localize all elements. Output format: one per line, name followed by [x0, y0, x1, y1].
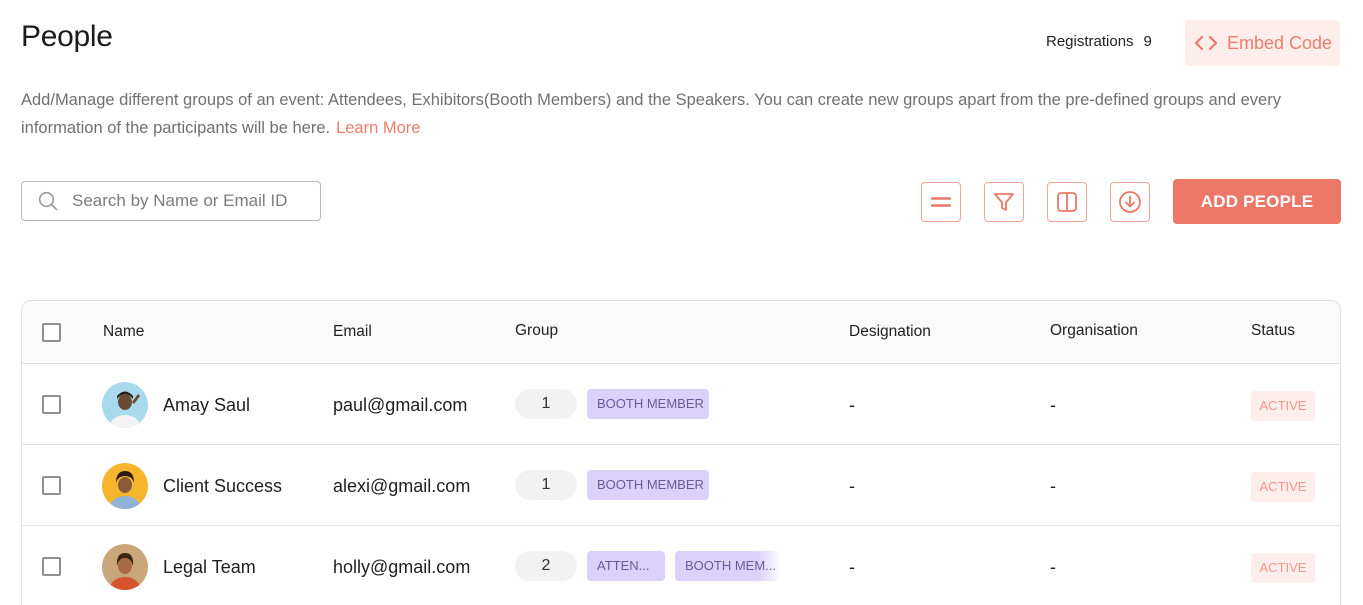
- registrations-count: 9: [1143, 33, 1152, 50]
- row-density-button[interactable]: [921, 182, 961, 222]
- person-name[interactable]: Amay Saul: [163, 395, 250, 416]
- status-badge: ACTIVE: [1251, 472, 1315, 502]
- page-title: People: [21, 20, 113, 53]
- column-header-organisation[interactable]: Organisation: [1050, 322, 1138, 340]
- avatar: [102, 463, 148, 509]
- person-email: alexi@gmail.com: [333, 476, 471, 496]
- organisation-value: -: [1050, 476, 1056, 496]
- people-table: Name Email Group Designation Organisatio…: [21, 300, 1341, 605]
- learn-more-link[interactable]: Learn More: [336, 119, 420, 137]
- person-email: holly@gmail.com: [333, 557, 471, 577]
- filter-icon: [994, 193, 1014, 211]
- row-checkbox[interactable]: [42, 395, 61, 414]
- rows-icon: [931, 197, 951, 207]
- search-input[interactable]: [72, 191, 292, 211]
- search-box: [21, 181, 321, 221]
- embed-code-label: Embed Code: [1227, 32, 1333, 53]
- group-tag: BOOTH MEMBER: [587, 470, 709, 500]
- download-icon: [1119, 191, 1141, 213]
- group-count-badge: 2: [515, 551, 577, 581]
- column-header-group[interactable]: Group: [515, 322, 558, 340]
- embed-code-button[interactable]: Embed Code: [1185, 20, 1340, 66]
- columns-icon: [1057, 192, 1077, 212]
- filter-button[interactable]: [984, 182, 1024, 222]
- registrations-label: Registrations: [1046, 33, 1134, 50]
- avatar: [102, 382, 148, 428]
- page-description: Add/Manage different groups of an event:…: [21, 86, 1341, 142]
- select-all-checkbox[interactable]: [42, 323, 61, 342]
- table-header: Name Email Group Designation Organisatio…: [22, 301, 1340, 364]
- group-count-badge: 1: [515, 470, 577, 500]
- status-badge: ACTIVE: [1251, 391, 1315, 421]
- table-row[interactable]: Amay Saul paul@gmail.com 1 BOOTH MEMBER …: [22, 364, 1340, 445]
- columns-button[interactable]: [1047, 182, 1087, 222]
- column-header-status[interactable]: Status: [1251, 322, 1295, 340]
- group-tag: ATTEN...: [587, 551, 665, 581]
- table-row[interactable]: Legal Team holly@gmail.com 2 ATTEN... BO…: [22, 526, 1340, 605]
- download-button[interactable]: [1110, 182, 1150, 222]
- column-header-name[interactable]: Name: [103, 323, 144, 341]
- person-name[interactable]: Client Success: [163, 476, 282, 497]
- description-text: Add/Manage different groups of an event:…: [21, 91, 1281, 137]
- group-count-badge: 1: [515, 389, 577, 419]
- person-email: paul@gmail.com: [333, 395, 468, 415]
- group-tag: BOOTH MEMBER: [587, 389, 709, 419]
- table-row[interactable]: Client Success alexi@gmail.com 1 BOOTH M…: [22, 445, 1340, 526]
- code-icon: [1195, 35, 1217, 51]
- row-checkbox[interactable]: [42, 557, 61, 576]
- organisation-value: -: [1050, 557, 1056, 577]
- person-name[interactable]: Legal Team: [163, 557, 256, 578]
- row-checkbox[interactable]: [42, 476, 61, 495]
- registrations-summary: Registrations 9: [1046, 33, 1152, 50]
- column-header-designation[interactable]: Designation: [849, 323, 931, 341]
- add-people-button[interactable]: ADD PEOPLE: [1173, 179, 1341, 224]
- designation-value: -: [849, 557, 855, 577]
- status-badge: ACTIVE: [1251, 553, 1315, 583]
- search-icon: [38, 191, 58, 211]
- column-header-email[interactable]: Email: [333, 323, 372, 341]
- organisation-value: -: [1050, 395, 1056, 415]
- designation-value: -: [849, 476, 855, 496]
- designation-value: -: [849, 395, 855, 415]
- group-tag: BOOTH MEM...: [675, 551, 781, 581]
- avatar: [102, 544, 148, 590]
